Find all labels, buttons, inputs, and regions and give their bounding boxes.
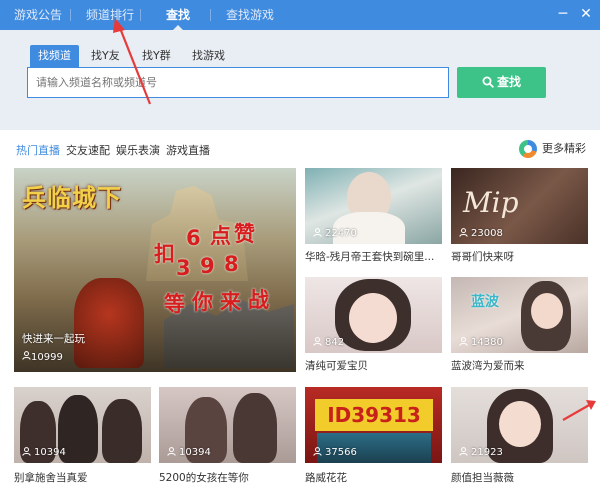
overlay-char: 等 [164, 292, 185, 316]
viewer-count: 14380 [459, 336, 503, 348]
nav-game-announcements[interactable]: 游戏公告 [14, 0, 62, 30]
viewer-count: 21923 [459, 446, 503, 458]
channel-tile[interactable]: 842 清纯可爱宝贝 [305, 277, 442, 371]
nav-separator [140, 9, 141, 21]
user-icon [459, 336, 468, 346]
overlay-char: 赞 [234, 222, 255, 246]
channel-tile[interactable]: 10394 5200的女孩在等你 [159, 387, 296, 488]
close-button[interactable]: ✕ [578, 6, 594, 22]
overlay-char: 点 [210, 224, 231, 248]
tab-find-group[interactable]: 找Y群 [134, 45, 179, 67]
viewer-count-value: 37566 [325, 447, 357, 458]
viewer-count-value: 22470 [325, 228, 357, 239]
channel-thumbnail: 10394 [159, 387, 296, 463]
featured-banner-title: 兵临城下 [22, 184, 122, 212]
user-icon [459, 446, 468, 456]
channel-title: 别拿施舍当真爱 [14, 472, 88, 484]
viewer-count-value: 23008 [471, 228, 503, 239]
channel-tile[interactable]: 22470 华晗-残月帝王套快到碗里... [305, 168, 442, 262]
overlay-char: 6 [186, 226, 201, 250]
overlay-char: 你 [192, 290, 213, 314]
featured-title: 快进来一起玩 [22, 333, 85, 345]
overlay-char: 扣 [154, 242, 175, 266]
channel-title: 清纯可爱宝贝 [305, 360, 368, 371]
channel-tile[interactable]: ID39313 37566 路威花花 [305, 387, 442, 488]
category-entertainment[interactable]: 娱乐表演 [116, 142, 160, 158]
channel-tile[interactable]: 21923 颜值担当薇薇 [451, 387, 588, 488]
featured-viewer-count: 10999 [22, 351, 63, 363]
overlay-char: 9 [200, 254, 215, 278]
user-icon [22, 351, 31, 360]
nav-separator [210, 9, 211, 21]
overlay-char: 3 [176, 256, 191, 280]
tab-find-channel[interactable]: 找频道 [30, 45, 79, 67]
search-button-label: 查找 [496, 75, 521, 89]
featured-thumbnail: 兵临城下 扣 6 点 赞 3 9 8 等 你 来 战 快进来一起玩 10999 [14, 168, 296, 372]
viewer-count: 37566 [313, 446, 357, 458]
channel-thumbnail: ID39313 37566 [305, 387, 442, 463]
viewer-count: 10394 [22, 446, 66, 458]
channel-title: 哥哥们快来呀 [451, 251, 514, 262]
viewer-count-value: 10394 [34, 447, 66, 458]
viewer-count-value: 10394 [179, 447, 211, 458]
channel-tile[interactable]: 蓝波 14380 蓝波湾为爱而来 [451, 277, 588, 371]
channel-badge-text: 蓝波 [471, 294, 499, 310]
viewer-count: 23008 [459, 227, 503, 239]
tab-find-friend[interactable]: 找Y友 [83, 45, 128, 67]
viewer-count-value: 21923 [471, 447, 503, 458]
search-panel: 找频道 找Y友 找Y群 找游戏 查找 [0, 30, 600, 130]
viewer-count-value: 842 [325, 337, 345, 348]
channel-thumbnail: 21923 [451, 387, 588, 463]
viewer-count: 22470 [313, 227, 357, 239]
viewer-count: 10394 [167, 446, 211, 458]
nav-channel-ranking[interactable]: 频道排行 [86, 0, 134, 30]
category-game-live[interactable]: 游戏直播 [166, 142, 210, 158]
more-label: 更多精彩 [542, 142, 586, 155]
channel-title: 华晗-残月帝王套快到碗里... [305, 251, 435, 262]
channel-title: 颜值担当薇薇 [451, 472, 514, 484]
featured-channel-tile[interactable]: 兵临城下 扣 6 点 赞 3 9 8 等 你 来 战 快进来一起玩 10999 [14, 168, 296, 372]
overlay-char: 来 [220, 290, 241, 314]
channel-title: 路威花花 [305, 472, 347, 484]
top-nav-bar: 游戏公告 频道排行 查找 查找游戏 ─ ✕ [0, 0, 600, 30]
nav-separator [70, 9, 71, 21]
channel-badge-text: ID39313 [315, 399, 433, 431]
viewer-count: 842 [313, 336, 345, 348]
channel-tile[interactable]: Mip 23008 哥哥们快来呀 [451, 168, 588, 262]
channel-thumbnail: 22470 [305, 168, 442, 244]
overlay-char: 8 [224, 252, 239, 276]
search-icon [482, 76, 494, 88]
user-icon [313, 336, 322, 346]
nav-search[interactable]: 查找 [166, 0, 190, 30]
viewer-count-value: 14380 [471, 337, 503, 348]
channel-thumbnail: 842 [305, 277, 442, 353]
category-hot-live[interactable]: 热门直播 [16, 142, 60, 158]
user-icon [167, 446, 176, 456]
channel-thumbnail: Mip 23008 [451, 168, 588, 244]
overlay-char: 战 [248, 288, 269, 312]
channel-thumbnail: 蓝波 14380 [451, 277, 588, 353]
channel-tile[interactable]: 10394 别拿施舍当真爱 [14, 387, 151, 488]
minimize-button[interactable]: ─ [555, 6, 571, 22]
user-icon [22, 446, 31, 456]
search-input[interactable] [27, 67, 449, 98]
search-button[interactable]: 查找 [457, 67, 546, 98]
channel-thumbnail: 10394 [14, 387, 151, 463]
user-icon [459, 227, 468, 237]
channel-title: 蓝波湾为爱而来 [451, 360, 525, 371]
user-icon [313, 227, 322, 237]
viewer-count-value: 10999 [31, 352, 63, 363]
category-dating[interactable]: 交友速配 [66, 142, 110, 158]
channel-listing: 热门直播 交友速配 娱乐表演 游戏直播 更多精彩 兵临城下 扣 6 点 赞 3 … [0, 130, 600, 488]
nav-find-games[interactable]: 查找游戏 [226, 0, 274, 30]
channel-title: 5200的女孩在等你 [159, 472, 249, 484]
tab-find-game[interactable]: 找游戏 [184, 45, 233, 67]
more-icon [519, 140, 537, 158]
user-icon [313, 446, 322, 456]
channel-badge-text: Mip [463, 186, 519, 219]
